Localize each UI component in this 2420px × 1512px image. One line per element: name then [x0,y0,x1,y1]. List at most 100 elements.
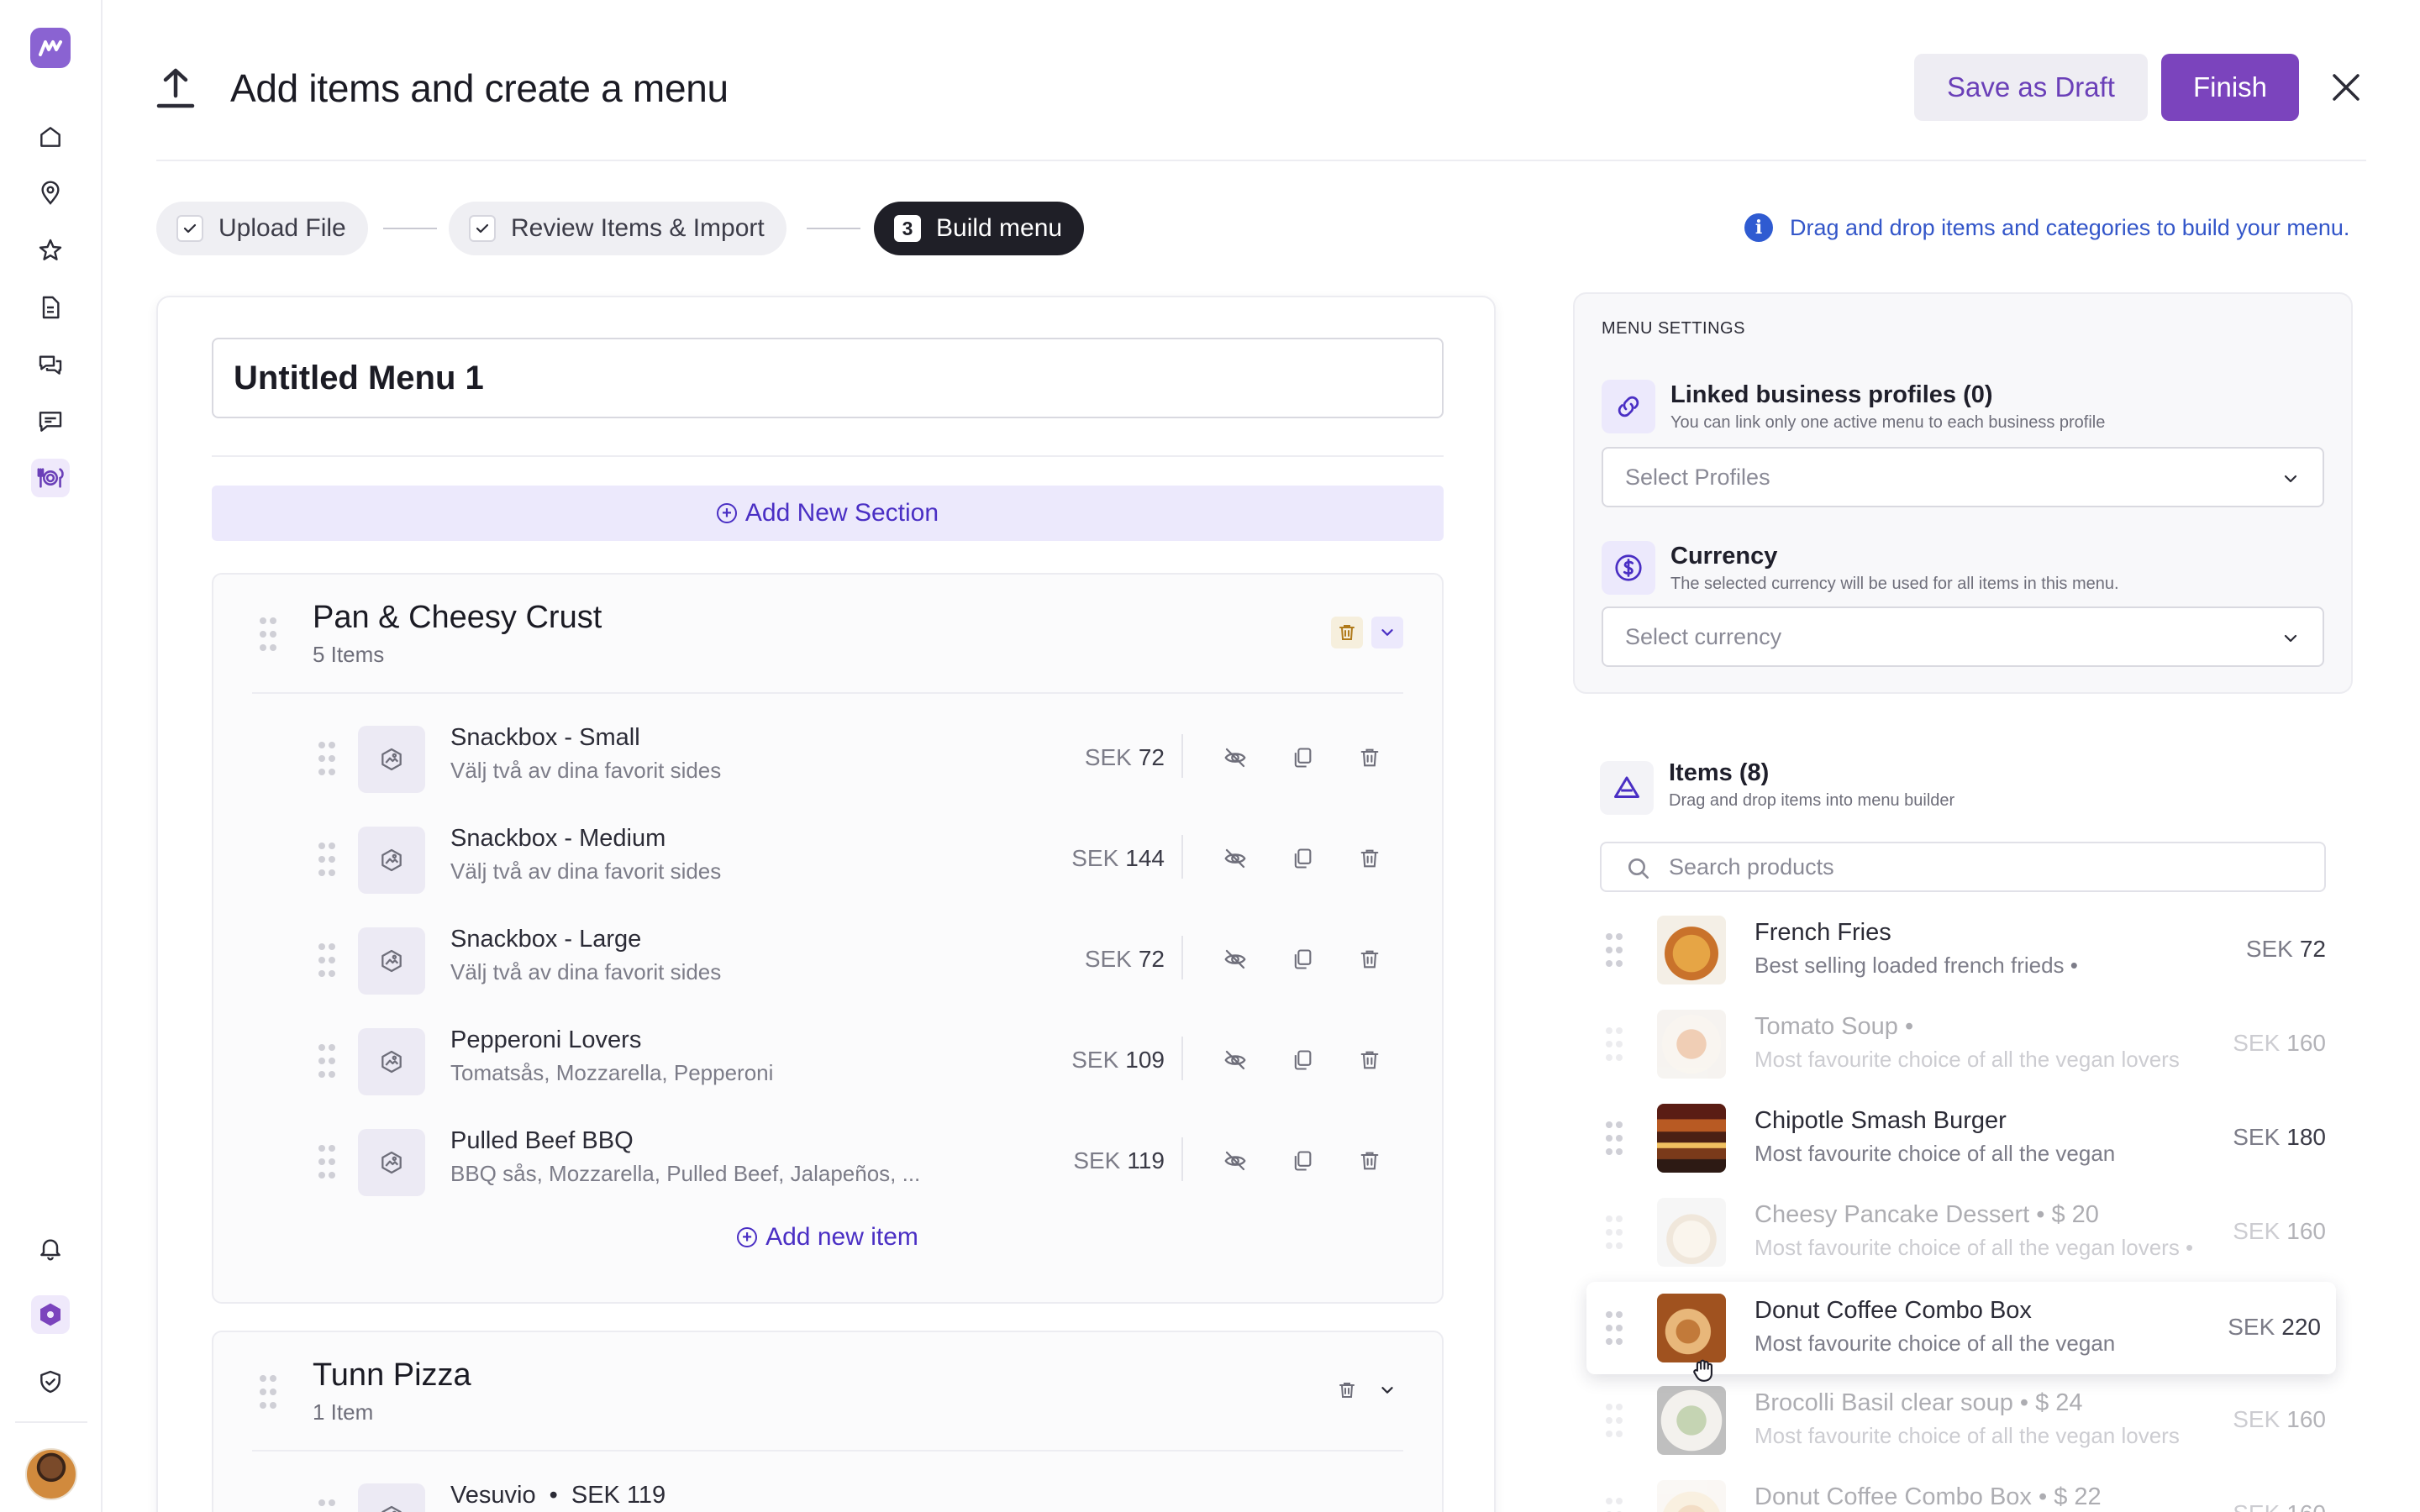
product-price-value: 220 [2281,1314,2321,1340]
item-price[interactable]: SEK 119 [1073,1147,1165,1174]
bell-icon[interactable] [31,1229,70,1268]
select-profiles-placeholder: Select Profiles [1625,464,1770,490]
product-item[interactable]: Donut Coffee Combo Box • $ 22 SEK 160 [1600,1468,2326,1512]
grip-icon[interactable] [318,1144,336,1179]
image-placeholder-icon[interactable] [358,827,425,894]
eye-off-icon[interactable] [1218,1144,1252,1178]
product-name: Donut Coffee Combo Box [1754,1297,2032,1324]
product-description: Most favourite choice of all the vegan [1754,1141,2116,1166]
image-placeholder-icon[interactable] [358,927,425,995]
grip-icon[interactable] [1605,932,1623,968]
grip-icon[interactable] [259,617,277,652]
add-new-item-button[interactable]: + Add new item [213,1223,1442,1252]
grip-icon[interactable] [1605,1215,1623,1250]
grip-icon[interactable] [1605,1310,1623,1346]
product-item[interactable]: Chipotle Smash Burger Most favourite cho… [1600,1092,2326,1184]
select-currency-dropdown[interactable]: Select currency [1602,606,2324,667]
product-item[interactable]: Cheesy Pancake Dessert • $ 20 Most favou… [1600,1186,2326,1278]
menu-item-row[interactable]: Pulled Beef BBQ BBQ sås, Mozzarella, Pul… [252,1119,1403,1203]
grip-icon[interactable] [318,842,336,877]
image-placeholder-icon[interactable] [358,1483,425,1512]
grip-icon[interactable] [1605,1026,1623,1062]
item-price[interactable]: SEK 72 [1085,744,1165,771]
trash-icon[interactable] [1353,1144,1386,1178]
close-icon[interactable] [2324,66,2368,109]
product-item[interactable]: Tomato Soup • Most favourite choice of a… [1600,998,2326,1090]
section-title[interactable]: Tunn Pizza [313,1357,471,1394]
save-as-draft-button[interactable]: Save as Draft [1914,54,2148,121]
trash-icon[interactable] [1353,842,1386,875]
shield-icon[interactable] [31,1362,70,1401]
star-icon[interactable] [31,231,70,270]
product-item[interactable]: Brocolli Basil clear soup • $ 24 Most fa… [1600,1374,2326,1467]
copy-icon[interactable] [1286,1144,1319,1178]
menu-name-input[interactable] [212,338,1444,418]
item-price[interactable]: SEK 109 [1071,1047,1165,1074]
eye-off-icon[interactable] [1218,1043,1252,1077]
menu-item-row[interactable]: Snackbox - Small Välj två av dina favori… [252,716,1403,800]
dining-icon[interactable] [31,459,70,497]
menu-item-row[interactable]: Vesuvio • SEK 119 [252,1473,1403,1512]
menu-section: Pan & Cheesy Crust 5 Items Snackbox - Sm… [212,573,1444,1304]
section-title[interactable]: Pan & Cheesy Crust [313,600,602,636]
eye-off-icon[interactable] [1218,942,1252,976]
item-name: Pulled Beef BBQ [450,1127,634,1154]
image-placeholder-icon[interactable] [358,726,425,793]
copy-icon[interactable] [1286,842,1319,875]
eye-off-icon[interactable] [1218,842,1252,875]
product-item[interactable]: French Fries Best selling loaded french … [1600,904,2326,996]
home-icon[interactable] [31,118,70,156]
step-upload-file[interactable]: Upload File [156,202,368,255]
grip-icon[interactable] [318,1499,336,1512]
grip-icon[interactable] [318,942,336,978]
menu-item-row[interactable]: Pepperoni Lovers Tomatsås, Mozzarella, P… [252,1018,1403,1102]
logo-icon[interactable] [30,28,71,68]
search-input[interactable]: Search products [1600,842,2326,892]
info-icon: i [1744,213,1773,242]
select-profiles-dropdown[interactable]: Select Profiles [1602,447,2324,507]
grip-icon[interactable] [259,1374,277,1410]
grip-icon[interactable] [1605,1121,1623,1156]
menu-item-row[interactable]: Snackbox - Medium Välj två av dina favor… [252,816,1403,900]
chevron-down-icon[interactable] [1371,1374,1403,1406]
trash-icon[interactable] [1331,1374,1363,1406]
step-connector [383,228,437,229]
trash-icon[interactable] [1353,942,1386,976]
item-name: Snackbox - Large [450,926,642,953]
product-price-value: 72 [2299,936,2326,962]
trash-icon[interactable] [1353,1043,1386,1077]
hexagon-icon[interactable] [31,1295,70,1334]
step-review-items[interactable]: Review Items & Import [449,202,786,255]
trash-icon[interactable] [1331,617,1363,648]
chevron-down-icon[interactable] [1371,617,1403,648]
copy-icon[interactable] [1286,741,1319,774]
add-new-section-button[interactable]: + Add New Section [212,486,1444,541]
eye-off-icon[interactable] [1218,741,1252,774]
grip-icon[interactable] [1605,1497,1623,1512]
finish-button[interactable]: Finish [2161,54,2299,121]
menu-item-row[interactable]: Snackbox - Large Välj två av dina favori… [252,917,1403,1001]
image-placeholder-icon[interactable] [358,1028,425,1095]
item-currency: SEK [1071,1047,1119,1073]
chat-icon[interactable] [31,345,70,384]
grip-icon[interactable] [1605,1403,1623,1438]
avatar[interactable] [25,1448,77,1500]
location-pin-icon[interactable] [31,174,70,213]
copy-icon[interactable] [1286,1043,1319,1077]
item-price[interactable]: SEK 72 [1085,946,1165,973]
item-currency: SEK [1084,744,1132,770]
item-price-value: 72 [1138,946,1165,972]
divider [1181,1037,1183,1080]
grip-icon[interactable] [318,741,336,776]
message-icon[interactable] [31,402,70,441]
step-build-menu[interactable]: 3 Build menu [874,202,1085,255]
grip-icon[interactable] [318,1043,336,1079]
item-price[interactable]: SEK 144 [1071,845,1165,872]
document-icon[interactable] [31,288,70,327]
product-price: SEK160 [2233,1406,2326,1433]
product-description: Most favourite choice of all the vegan l… [1754,1235,2194,1260]
copy-icon[interactable] [1286,942,1319,976]
image-placeholder-icon[interactable] [358,1129,425,1196]
product-name: Cheesy Pancake Dessert • $ 20 [1754,1201,2099,1228]
trash-icon[interactable] [1353,741,1386,774]
